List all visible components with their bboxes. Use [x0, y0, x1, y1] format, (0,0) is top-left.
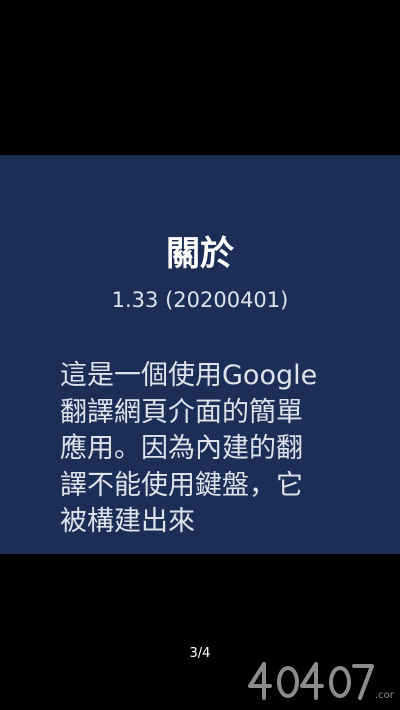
about-dialog: 關於 1.33 (20200401) 這是一個使用Google 翻譯網頁介面的簡…	[0, 155, 400, 554]
about-description: 這是一個使用Google 翻譯網頁介面的簡單應用。因為內建的翻譯不能使用鍵盤，它…	[60, 360, 318, 537]
app-version: 1.33 (20200401)	[111, 288, 289, 312]
about-title: 關於	[166, 234, 234, 274]
page-indicator: 3/4	[189, 646, 211, 661]
watermark-logo: .com	[248, 662, 394, 701]
svg-text:.com: .com	[375, 690, 394, 701]
image-viewer-screen: 關於 1.33 (20200401) 這是一個使用Google 翻譯網頁介面的簡…	[0, 0, 400, 710]
